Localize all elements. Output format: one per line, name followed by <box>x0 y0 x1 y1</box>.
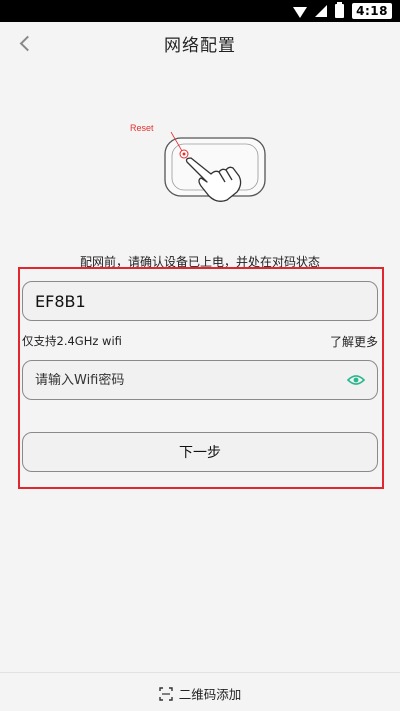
footer-divider <box>0 672 400 673</box>
qr-scan-icon <box>159 686 173 701</box>
wifi-icon <box>293 6 308 18</box>
eye-icon[interactable] <box>347 374 365 386</box>
next-button[interactable]: 下一步 <box>22 432 378 472</box>
page-title: 网络配置 <box>164 35 236 56</box>
status-time: 4:18 <box>352 3 392 19</box>
wifi-password-field[interactable] <box>22 360 378 400</box>
status-bar: 4:18 <box>0 0 400 22</box>
back-chevron-icon <box>19 35 35 51</box>
wifi-ssid-value: EF8B1 <box>35 291 86 311</box>
qr-add-button[interactable]: 二维码添加 <box>0 684 400 703</box>
reset-label: Reset <box>130 123 154 133</box>
qr-add-label: 二维码添加 <box>178 687 242 702</box>
back-button[interactable] <box>10 28 40 58</box>
signal-icon <box>315 5 328 17</box>
header: 网络配置 <box>0 22 400 64</box>
learn-more-link[interactable]: 了解更多 <box>330 333 378 350</box>
wifi-password-input[interactable] <box>35 372 347 388</box>
wifi-ssid-field[interactable]: EF8B1 <box>22 281 378 321</box>
battery-icon <box>335 2 345 18</box>
support-note: 仅支持2.4GHz wifi <box>22 334 122 348</box>
